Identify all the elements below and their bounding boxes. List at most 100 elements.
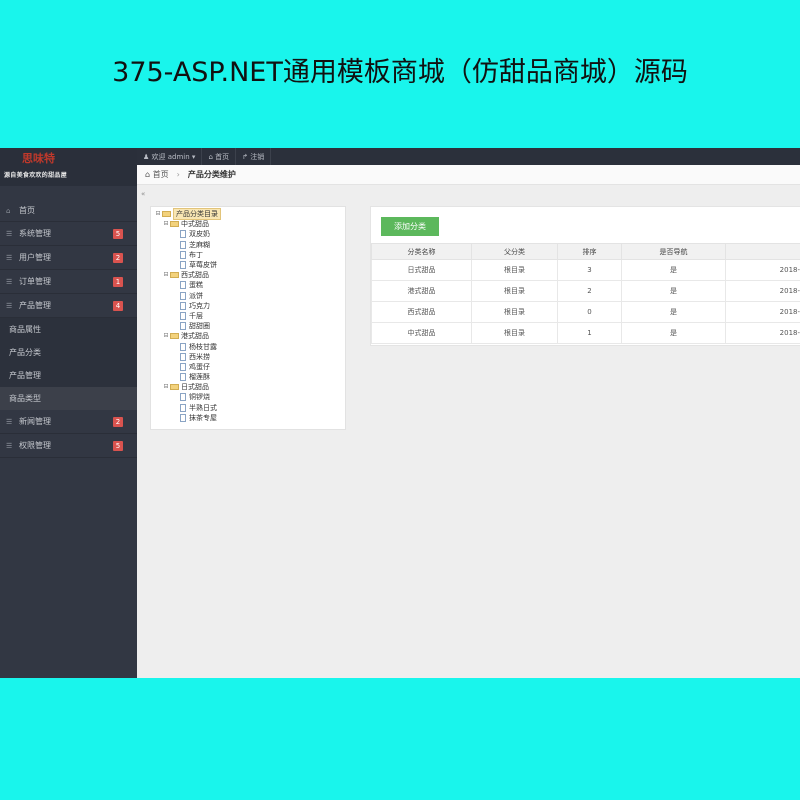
tree-leaf[interactable]: 巧克力: [154, 301, 342, 311]
tree-leaf[interactable]: 千层: [154, 311, 342, 321]
breadcrumb-home[interactable]: 首页: [153, 169, 169, 180]
caret-down-icon: ▾: [189, 152, 196, 161]
table-cell: 根目录: [471, 259, 558, 281]
logo: 思味特: [22, 152, 55, 165]
tree-leaf[interactable]: 榴莲酥: [154, 372, 342, 382]
count-badge: 2: [113, 253, 123, 263]
tree-leaf[interactable]: 双皮奶: [154, 229, 342, 239]
breadcrumb-current: 产品分类维护: [187, 170, 236, 179]
collapse-toggle-icon[interactable]: ⊟: [162, 270, 170, 280]
table-cell: 根目录: [471, 322, 558, 344]
table-row[interactable]: 港式甜品 根目录 2 是 2018-: [371, 280, 800, 302]
tree-node-label: 铜锣烧: [189, 393, 210, 402]
file-icon: [180, 362, 186, 371]
tree-leaf[interactable]: 半熟日式: [154, 403, 342, 413]
tree-node-label: 双皮奶: [189, 230, 210, 239]
top-home-link[interactable]: ⌂ 首页: [202, 148, 237, 165]
sidebar-item-system[interactable]: ☰ 系统管理 5: [0, 222, 137, 246]
table-row[interactable]: 日式甜品 根目录 3 是 2018-: [371, 259, 800, 281]
tree-group[interactable]: ⊟ 中式甜品: [154, 219, 342, 229]
tree-node-label: 产品分类目录: [173, 208, 221, 221]
collapse-toggle-icon[interactable]: ⊟: [162, 219, 170, 229]
tree-leaf[interactable]: 草莓皮饼: [154, 260, 342, 270]
collapse-toggle-icon[interactable]: ⊟: [162, 331, 170, 341]
tree-node-label: 芝麻糊: [189, 240, 210, 249]
table-cell: 2018-: [725, 280, 800, 302]
table-cell: 2: [557, 280, 622, 302]
user-icon: ♟: [143, 152, 152, 161]
tree-leaf[interactable]: 甜甜圈: [154, 321, 342, 331]
tree-node-label: 千层: [189, 311, 203, 320]
table-cell: 0: [557, 301, 622, 323]
tree-leaf[interactable]: 杨枝甘露: [154, 341, 342, 351]
sidebar-item-users[interactable]: ☰ 用户管理 2: [0, 246, 137, 270]
add-category-button[interactable]: 添加分类: [381, 217, 439, 236]
tree-leaf[interactable]: 布丁: [154, 250, 342, 260]
home-icon: ⌂: [145, 170, 153, 179]
top-home-label: 首页: [215, 152, 230, 161]
tree-node-label: 蛋糕: [189, 281, 203, 290]
table-cell: 2018-: [725, 301, 800, 323]
sidebar-subitem-categories[interactable]: 产品分类: [0, 341, 137, 364]
sidebar-subitem-products[interactable]: 产品管理: [0, 364, 137, 387]
tree-leaf[interactable]: 派饼: [154, 291, 342, 301]
column-header: 分类名称: [371, 243, 472, 260]
tree-group[interactable]: ⊟ 港式甜品: [154, 331, 342, 341]
tree-group[interactable]: ⊟ 日式甜品: [154, 382, 342, 392]
sidebar-item-products[interactable]: ☰ 产品管理 4: [0, 294, 137, 318]
tree-leaf[interactable]: 鸡蛋仔: [154, 362, 342, 372]
category-table-panel: 添加分类 分类名称 父分类 排序 是否导航 日式甜品 根目录 3 是 2018-: [370, 206, 800, 346]
tree-leaf[interactable]: 芝麻糊: [154, 240, 342, 250]
category-tree: ⊟ 产品分类目录 ⊟ 中式甜品 双皮奶 芝麻糊 布丁 草莓皮饼 ⊟ 西式甜品 蛋…: [150, 206, 346, 430]
folder-icon: [170, 333, 179, 340]
table-header-row: 分类名称 父分类 排序 是否导航: [371, 243, 800, 260]
home-icon: ⌂: [6, 206, 11, 215]
table-cell: 港式甜品: [371, 280, 472, 302]
tree-leaf[interactable]: 蛋糕: [154, 280, 342, 290]
sidebar-item-label: 产品管理: [19, 301, 51, 310]
table-cell: 是: [621, 301, 726, 323]
sidebar-item-news[interactable]: ☰ 新闻管理 2: [0, 410, 137, 434]
tree-leaf[interactable]: 铜锣烧: [154, 392, 342, 402]
tree-root[interactable]: ⊟ 产品分类目录: [154, 208, 342, 221]
file-icon: [180, 311, 186, 320]
user-menu[interactable]: ♟ 欢迎 admin ▾: [137, 148, 203, 165]
table-cell: 1: [557, 322, 622, 344]
tree-node-label: 鸡蛋仔: [189, 362, 210, 371]
table-row[interactable]: 西式甜品 根目录 0 是 2018-: [371, 301, 800, 323]
sidebar-item-permissions[interactable]: ☰ 权限管理 5: [0, 434, 137, 458]
count-badge: 5: [113, 229, 123, 239]
table-cell: 3: [557, 259, 622, 281]
list-icon: ☰: [6, 301, 13, 310]
collapse-arrow-icon[interactable]: «: [141, 190, 145, 198]
column-header: 父分类: [471, 243, 558, 260]
welcome-text: 欢迎 admin: [151, 152, 190, 161]
column-header: [725, 243, 800, 260]
file-icon: [180, 393, 186, 402]
sidebar-subitem-attributes[interactable]: 商品属性: [0, 318, 137, 341]
top-navbar: ♟ 欢迎 admin ▾ ⌂ 首页 ↱ 注销: [137, 148, 800, 165]
tree-leaf[interactable]: 西米捞: [154, 352, 342, 362]
tree-group[interactable]: ⊟ 西式甜品: [154, 270, 342, 280]
file-icon: [180, 413, 186, 422]
sidebar-subitem-types[interactable]: 商品类型: [0, 387, 137, 410]
banner-title: 375-ASP.NET通用模板商城（仿甜品商城）源码: [112, 57, 688, 88]
home-icon: ⌂: [208, 152, 216, 161]
logout-icon: ↱: [242, 152, 251, 161]
table-cell: 是: [621, 322, 726, 344]
logout-label: 注销: [250, 152, 265, 161]
tree-node-label: 草莓皮饼: [189, 261, 217, 270]
collapse-toggle-icon[interactable]: ⊟: [162, 382, 170, 392]
table-cell: 2018-: [725, 259, 800, 281]
sidebar-item-home[interactable]: ⌂ 首页: [0, 200, 137, 222]
logout-link[interactable]: ↱ 注销: [236, 148, 272, 165]
sidebar-item-orders[interactable]: ☰ 订单管理 1: [0, 270, 137, 294]
file-icon: [180, 230, 186, 239]
tree-node-label: 抹茶专屋: [189, 413, 217, 422]
list-icon: ☰: [6, 441, 13, 450]
table-row[interactable]: 中式甜品 根目录 1 是 2018-: [371, 322, 800, 344]
sidebar-item-label: 用户管理: [19, 253, 51, 262]
tree-leaf[interactable]: 抹茶专屋: [154, 413, 342, 423]
sidebar: 思味特 源自美食欢欢的甜品屋 ⌂ 首页 ☰ 系统管理 5 ☰ 用户管理 2 ☰ …: [0, 148, 137, 678]
collapse-toggle-icon[interactable]: ⊟: [154, 209, 162, 219]
